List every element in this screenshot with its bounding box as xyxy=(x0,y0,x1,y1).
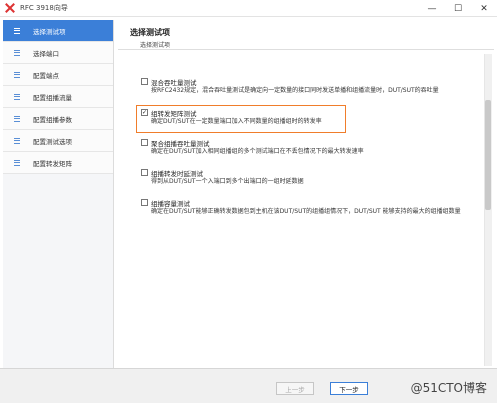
option-description: 得到从DUT/SUT一个入端口到多个出端口的一组时延数据 xyxy=(151,178,304,185)
sidebar-item-label: 配置组播参数 xyxy=(33,115,72,124)
option-description: 确定在DUT/SUT能够正确转发数据包到主机在该DUT/SUT的组播组情况下，D… xyxy=(151,208,461,215)
list-icon xyxy=(14,159,20,166)
window-controls: — ☐ ✕ xyxy=(419,0,497,17)
checkbox[interactable] xyxy=(141,139,148,146)
option-description: 确定在DUT/SUT加入相同组播组的多个测试端口在不丢包情况下的最大转发速率 xyxy=(151,148,364,155)
page-title: 选择测试项 xyxy=(130,28,170,37)
maximize-icon[interactable]: ☐ xyxy=(445,0,471,17)
sidebar-item-forwarding-matrix[interactable]: 配置转发矩阵 xyxy=(3,152,113,174)
sidebar-item-select-test[interactable]: 选择测试项 xyxy=(3,20,113,42)
option-name: 混合吞吐量测试 xyxy=(151,78,197,87)
sidebar-item-multicast-traffic[interactable]: 配置组播流量 xyxy=(3,86,113,108)
sidebar-item-label: 配置端点 xyxy=(33,71,59,80)
list-icon xyxy=(14,49,20,56)
checkbox[interactable] xyxy=(141,78,148,85)
scrollbar-thumb[interactable] xyxy=(485,100,491,210)
wizard-footer: 上一步 下一步 @51CTO博客 xyxy=(0,368,497,403)
page-header: 选择测试项 选择测试项 xyxy=(118,20,494,50)
window-title: RFC 3918向导 xyxy=(20,4,68,12)
option-multicast-capacity: 组播容量测试 确定在DUT/SUT能够正确转发数据包到主机在该DUT/SUT的组… xyxy=(141,198,486,216)
next-button[interactable]: 下一步 xyxy=(330,382,368,395)
checkbox-checked[interactable]: ✓ xyxy=(141,109,148,116)
option-mixed-throughput: 混合吞吐量测试 按RFC2432规定，混合吞吐量测试是确定向一定数量的接口同时发… xyxy=(141,77,486,95)
sidebar-item-test-options[interactable]: 配置测试选项 xyxy=(3,130,113,152)
checkbox[interactable] xyxy=(141,169,148,176)
test-options-panel: 混合吞吐量测试 按RFC2432规定，混合吞吐量测试是确定向一定数量的接口同时发… xyxy=(118,52,494,368)
sidebar-item-label: 选择端口 xyxy=(33,49,59,58)
option-description: 按RFC2432规定，混合吞吐量测试是确定向一定数量的接口同时发送单播和组播流量… xyxy=(151,87,439,94)
minimize-icon[interactable]: — xyxy=(419,0,445,17)
list-icon xyxy=(14,71,20,78)
title-bar: RFC 3918向导 — ☐ ✕ xyxy=(0,0,497,17)
sidebar-item-multicast-params[interactable]: 配置组播参数 xyxy=(3,108,113,130)
list-icon xyxy=(14,27,20,34)
option-multicast-latency: 组播转发时延测试 得到从DUT/SUT一个入端口到多个出端口的一组时延数据 xyxy=(141,168,486,186)
close-icon[interactable]: ✕ xyxy=(471,0,497,17)
watermark: @51CTO博客 xyxy=(410,381,487,395)
option-aggregated-multicast-throughput: 聚合组播吞吐量测试 确定在DUT/SUT加入相同组播组的多个测试端口在不丢包情况… xyxy=(141,138,486,156)
sidebar-item-label: 配置转发矩阵 xyxy=(33,159,72,168)
app-logo-icon xyxy=(5,3,15,13)
sidebar-item-label: 选择测试项 xyxy=(33,27,66,36)
sidebar-item-label: 配置测试选项 xyxy=(33,137,72,146)
list-icon xyxy=(14,137,20,144)
option-group-forwarding-matrix: ✓ 组转发矩阵测试 确定DUT/SUT在一定数量端口加入不同数量的组播组时的转发… xyxy=(141,108,486,126)
sidebar-item-endpoints[interactable]: 配置端点 xyxy=(3,64,113,86)
option-description: 确定DUT/SUT在一定数量端口加入不同数量的组播组时的转发率 xyxy=(151,118,322,125)
list-icon xyxy=(14,115,20,122)
checkbox[interactable] xyxy=(141,199,148,206)
option-name: 组播容量测试 xyxy=(151,199,190,208)
option-name: 组播转发时延测试 xyxy=(151,169,203,178)
page-subtitle: 选择测试项 xyxy=(140,42,171,49)
prev-button[interactable]: 上一步 xyxy=(276,382,314,395)
list-icon xyxy=(14,93,20,100)
sidebar-item-select-port[interactable]: 选择端口 xyxy=(3,42,113,64)
sidebar-item-label: 配置组播流量 xyxy=(33,93,72,102)
option-name: 组转发矩阵测试 xyxy=(151,109,197,118)
wizard-sidebar: 选择测试项 选择端口 配置端点 配置组播流量 配置组播参数 配置测试选项 配置转… xyxy=(3,20,114,368)
option-name: 聚合组播吞吐量测试 xyxy=(151,139,210,148)
